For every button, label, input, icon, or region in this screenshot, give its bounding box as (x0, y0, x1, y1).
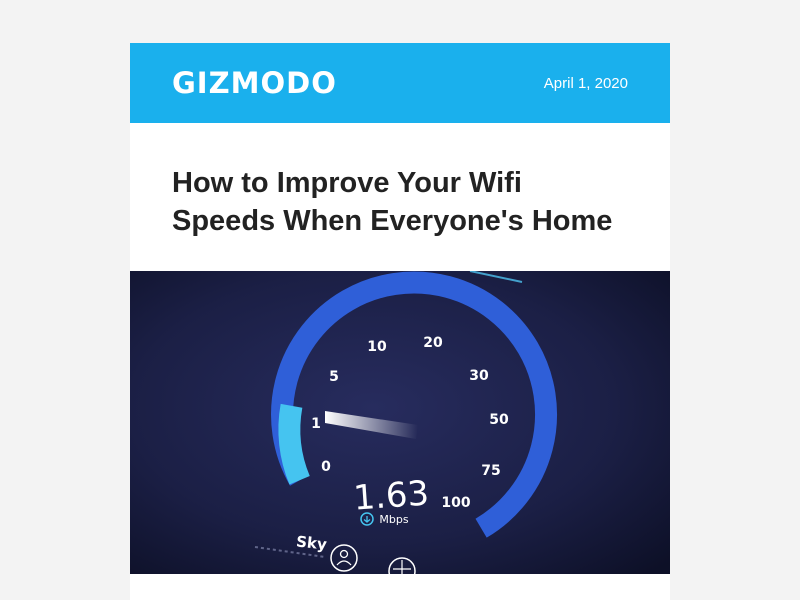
gauge-progress-arc (278, 403, 310, 485)
gauge-tick-label: 10 (367, 339, 387, 355)
newsletter-header: GIZMODO April 1, 2020 (130, 43, 670, 123)
headline-line-2[interactable]: Speeds When Everyone's Home (172, 205, 612, 237)
gauge-tick-label: 0 (321, 459, 331, 475)
gauge-tick-label: 50 (489, 412, 509, 428)
gauge-tick-label: 20 (423, 335, 443, 351)
gauge-tick-label: 75 (481, 463, 500, 479)
email-card: GIZMODO April 1, 2020 How to Improve You… (130, 43, 670, 600)
speed-unit: Mbps (379, 513, 408, 526)
newsletter-date: April 1, 2020 (543, 75, 628, 92)
gauge-tick-label: 1 (311, 416, 321, 432)
gizmodo-logo[interactable]: GIZMODO (172, 65, 337, 101)
provider-name: Sky (295, 532, 327, 553)
article-headline[interactable]: How to Improve Your Wifi Speeds When Eve… (172, 164, 642, 240)
gauge-tick-label: 5 (329, 369, 339, 385)
headline-line-1[interactable]: How to Improve Your Wifi (172, 167, 522, 199)
hero-image[interactable]: 0 1 5 10 20 30 50 75 100 1.63 Mbps Sky (130, 271, 670, 574)
gauge-tick-label: 100 (441, 495, 470, 511)
speedtest-illustration: 0 1 5 10 20 30 50 75 100 1.63 Mbps Sky (130, 271, 670, 574)
speed-value: 1.63 (352, 473, 430, 518)
gauge-tick-label: 30 (469, 368, 489, 384)
